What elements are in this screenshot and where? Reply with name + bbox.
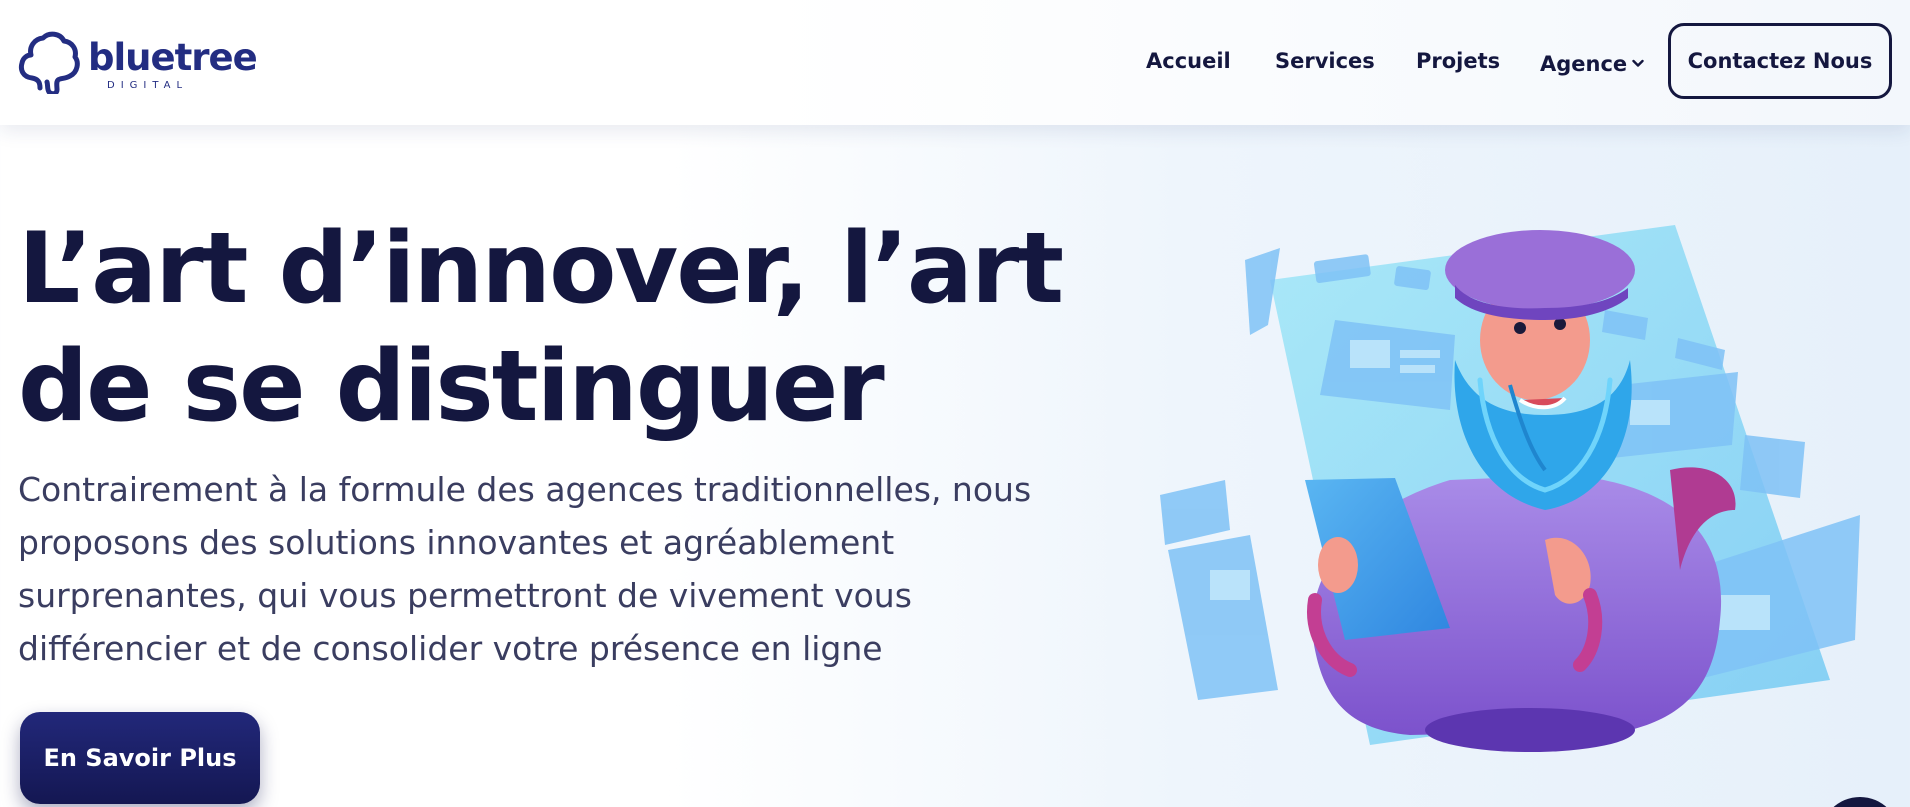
nav-item-accueil[interactable]: Accueil (1146, 49, 1231, 73)
brand-subtitle: DIGITAL (107, 80, 189, 91)
bearded-man-with-tablet-illustration (1160, 225, 1860, 752)
nav-item-projets[interactable]: Projets (1416, 49, 1500, 73)
learn-more-button[interactable]: En Savoir Plus (20, 712, 260, 804)
contact-button[interactable]: Contactez Nous (1668, 23, 1892, 99)
hero-description-line-3: surprenantes, qui vous permettront de vi… (18, 576, 912, 615)
chevron-down-icon (1632, 49, 1644, 73)
nav-item-agence[interactable]: Agence (1540, 49, 1644, 76)
nav-item-agence-label: Agence (1540, 52, 1628, 76)
hero-title: L’art d’innover, l’art de se distinguer (18, 210, 1068, 446)
hero-title-line-1: L’art d’innover, l’art (18, 212, 1064, 326)
site-header: bluetree DIGITAL Accueil Services Projet… (0, 0, 1910, 125)
hero-description-line-1: Contrairement à la formule des agences t… (18, 470, 1032, 509)
hero-title-line-2: de se distinguer (18, 330, 885, 444)
nav-item-services[interactable]: Services (1275, 49, 1375, 73)
scroll-to-top-button[interactable] (1820, 797, 1900, 807)
hero-description: Contrairement à la formule des agences t… (18, 463, 1068, 675)
hero-description-line-2: proposons des solutions innovantes et ag… (18, 523, 895, 562)
brand-name: bluetree (88, 36, 258, 79)
brand-logo[interactable]: bluetree DIGITAL (18, 30, 258, 94)
cloud-tree-icon (18, 31, 80, 94)
hero-description-line-4: différencier et de consolider votre prés… (18, 629, 883, 668)
